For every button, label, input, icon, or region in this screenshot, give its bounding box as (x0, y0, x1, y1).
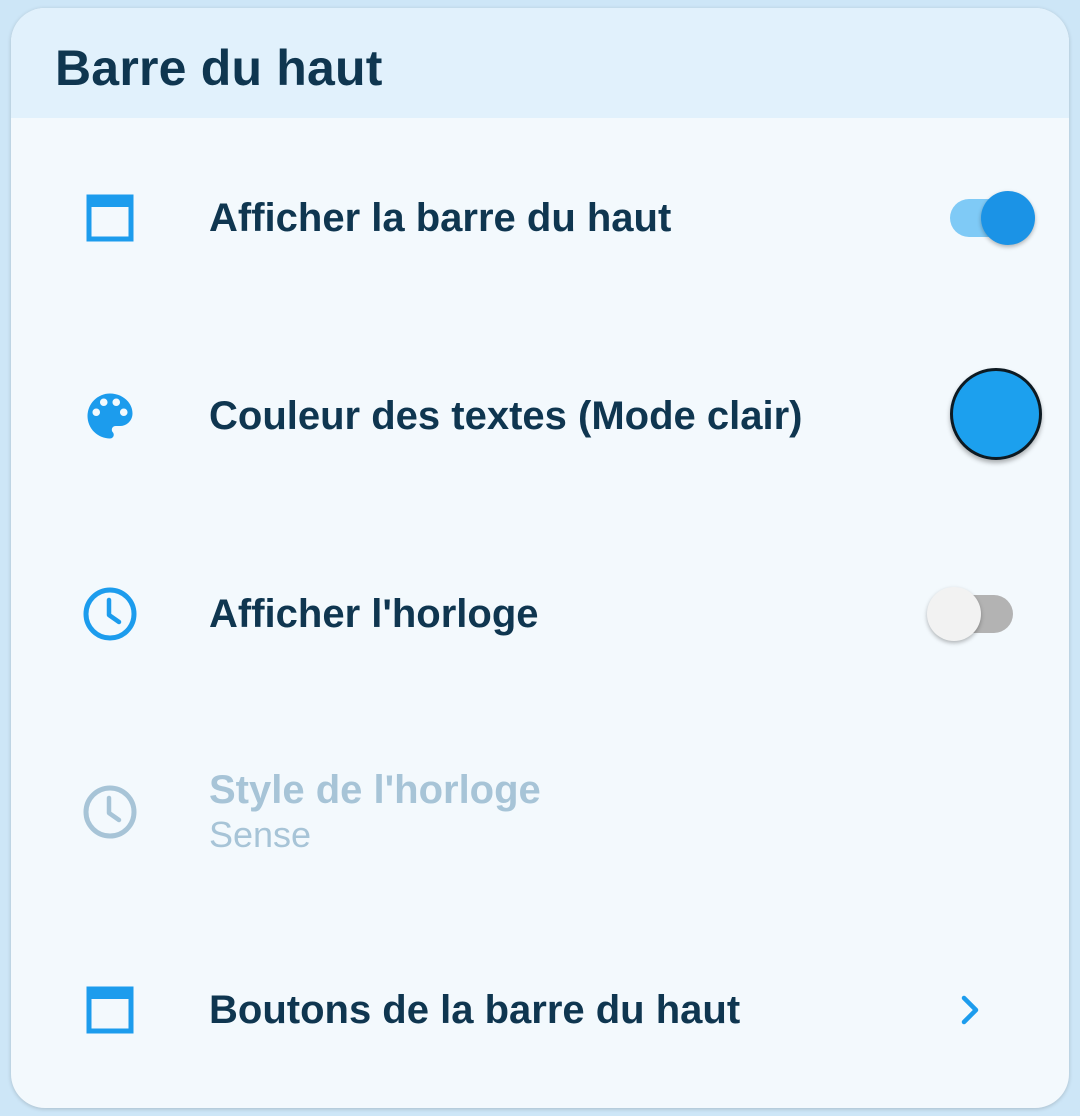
setting-label: Couleur des textes (Mode clair) (209, 394, 803, 438)
palette-icon (80, 386, 140, 446)
card-header: Barre du haut (11, 8, 1069, 118)
show-top-bar-toggle[interactable] (948, 188, 1038, 248)
setting-row-show-top-bar[interactable]: Afficher la barre du haut (11, 148, 1069, 288)
setting-label: Boutons de la barre du haut (209, 988, 741, 1032)
setting-sublabel: Sense (209, 814, 312, 855)
text-color-swatch[interactable] (950, 368, 1042, 460)
setting-row-top-bar-buttons[interactable]: Boutons de la barre du haut (11, 940, 1069, 1080)
toggle-knob (981, 191, 1035, 245)
clock-icon (80, 584, 140, 644)
setting-row-text-color[interactable]: Couleur des textes (Mode clair) (11, 346, 1069, 486)
setting-label: Afficher l'horloge (209, 592, 539, 636)
setting-row-show-clock[interactable]: Afficher l'horloge (11, 544, 1069, 684)
show-clock-toggle[interactable] (927, 584, 1017, 644)
setting-label: Style de l'horloge (209, 768, 541, 812)
setting-row-clock-style[interactable]: Style de l'horloge Sense (11, 742, 1069, 882)
section-title: Barre du haut (55, 40, 383, 96)
setting-label: Afficher la barre du haut (209, 196, 672, 240)
clock-icon (80, 782, 140, 842)
chevron-right-icon (950, 990, 990, 1030)
window-icon (80, 188, 140, 248)
window-icon (80, 980, 140, 1040)
toggle-knob (927, 587, 981, 641)
settings-card: Barre du haut Afficher la barre du haut … (11, 8, 1069, 1108)
